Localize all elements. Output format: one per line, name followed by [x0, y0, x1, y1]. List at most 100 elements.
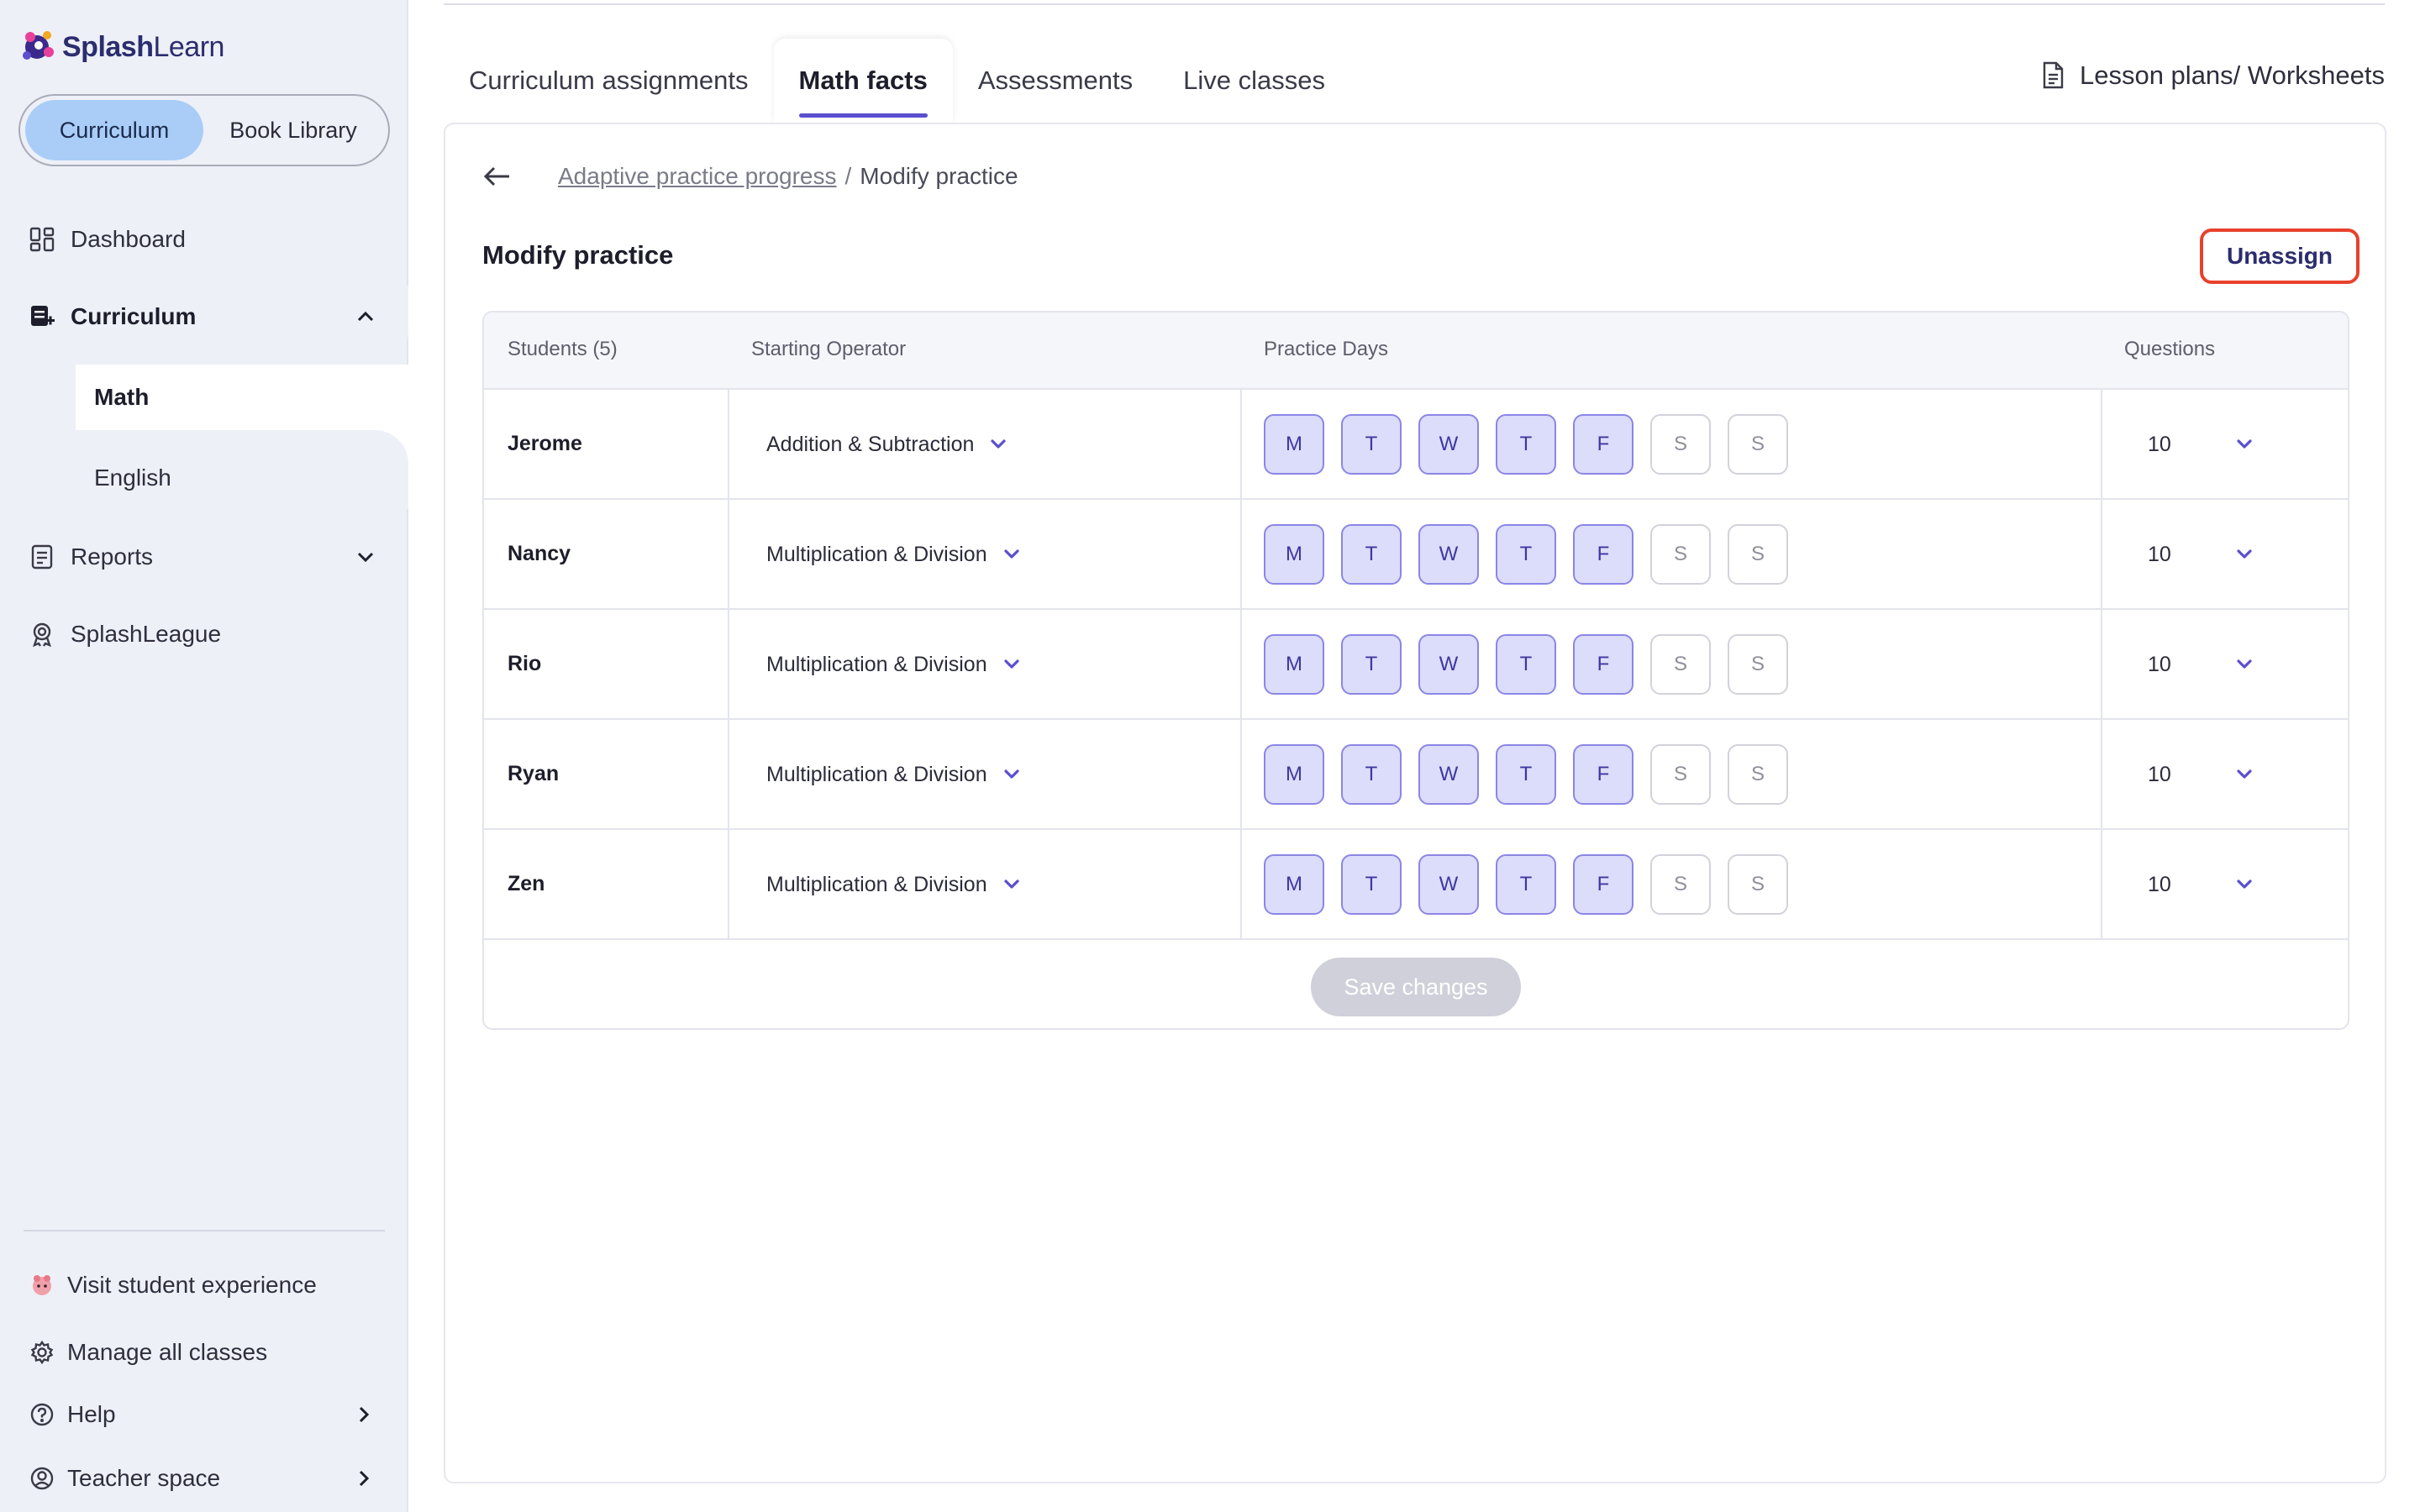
header-questions: Questions — [2124, 338, 2216, 360]
day-toggle[interactable]: T — [1341, 634, 1402, 695]
day-toggle[interactable]: W — [1418, 744, 1479, 805]
day-toggle[interactable]: T — [1496, 854, 1556, 915]
document-icon — [2043, 61, 2064, 89]
day-toggle[interactable]: M — [1264, 414, 1324, 475]
unassign-label: Unassign — [2205, 233, 2354, 280]
help-link[interactable]: Help — [0, 1388, 408, 1441]
column-divider — [1240, 390, 1242, 939]
active-tab-indicator — [798, 113, 928, 118]
day-toggle[interactable]: T — [1341, 854, 1402, 915]
day-toggle[interactable]: M — [1264, 744, 1324, 805]
starting-operator-select[interactable]: Multiplication & Division — [766, 535, 1024, 574]
starting-operator-value: Addition & Subtraction — [766, 432, 975, 456]
day-toggle[interactable]: T — [1496, 744, 1556, 805]
lesson-link-label: Lesson plans/ Worksheets — [2079, 60, 2385, 90]
day-toggle[interactable]: T — [1341, 414, 1402, 475]
day-toggle[interactable]: M — [1264, 854, 1324, 915]
save-changes-button[interactable]: Save changes — [1311, 958, 1521, 1016]
tab-assessments[interactable]: Assessments — [953, 39, 1158, 123]
day-toggle[interactable]: T — [1341, 744, 1402, 805]
sidebar-item-dashboard[interactable]: Dashboard — [0, 208, 408, 270]
back-arrow-icon[interactable] — [481, 160, 514, 193]
day-toggle[interactable]: T — [1496, 414, 1556, 475]
day-toggle[interactable]: T — [1496, 634, 1556, 695]
chevron-down-icon — [986, 432, 1011, 457]
day-toggle[interactable]: W — [1418, 854, 1479, 915]
day-toggle[interactable]: S — [1650, 524, 1711, 585]
table-row: Jerome Addition & Subtraction M T W T F S S 10 — [484, 390, 2348, 500]
day-toggle[interactable]: S — [1728, 744, 1788, 805]
day-toggle[interactable]: S — [1728, 854, 1788, 915]
day-toggle[interactable]: S — [1728, 414, 1788, 475]
starting-operator-select[interactable]: Multiplication & Division — [766, 755, 1024, 794]
student-name: Jerome — [508, 432, 582, 455]
practice-days-group: MTWTFSS — [1264, 634, 1805, 695]
practice-days-group: MTWTFSS — [1264, 414, 1805, 475]
sidebar-item-splashleague[interactable]: SplashLeague — [0, 603, 408, 665]
library-toggle: Curriculum Book Library — [18, 94, 390, 166]
header-practice-days: Practice Days — [1264, 338, 1389, 360]
questions-select[interactable]: 10 — [2148, 865, 2257, 904]
day-toggle[interactable]: F — [1573, 634, 1634, 695]
day-toggle[interactable]: S — [1650, 854, 1711, 915]
day-toggle[interactable]: S — [1650, 634, 1711, 695]
unassign-button[interactable]: Unassign — [2200, 228, 2360, 284]
visit-student-experience-link[interactable]: Visit student experience — [0, 1258, 408, 1312]
day-toggle[interactable]: T — [1341, 524, 1402, 585]
curriculum-icon — [27, 302, 57, 332]
day-toggle[interactable]: T — [1496, 524, 1556, 585]
day-toggle[interactable]: W — [1418, 524, 1479, 585]
tab-curriculum-assignments[interactable]: Curriculum assignments — [444, 39, 774, 123]
chevron-down-icon — [999, 872, 1024, 897]
day-toggle[interactable]: F — [1573, 524, 1634, 585]
questions-select[interactable]: 10 — [2148, 645, 2257, 684]
splashlearn-logo[interactable]: SplashLearn — [18, 25, 224, 69]
sidebar-item-english[interactable]: English — [76, 445, 408, 511]
teacher-space-link[interactable]: Teacher space — [0, 1452, 408, 1505]
modify-practice-card: Adaptive practice progress / Modify prac… — [444, 123, 2386, 1483]
sidebar-item-reports[interactable]: Reports — [0, 526, 408, 588]
starting-operator-select[interactable]: Multiplication & Division — [766, 645, 1024, 684]
day-toggle[interactable]: W — [1418, 634, 1479, 695]
day-toggle[interactable]: M — [1264, 524, 1324, 585]
breadcrumb-link-adaptive-practice[interactable]: Adaptive practice progress — [558, 163, 837, 190]
questions-select[interactable]: 10 — [2148, 535, 2257, 574]
main-tabs: Curriculum assignments Math facts Assess… — [444, 39, 1350, 123]
sidebar-divider — [24, 1230, 385, 1231]
starting-operator-select[interactable]: Multiplication & Division — [766, 865, 1024, 904]
day-toggle[interactable]: F — [1573, 744, 1634, 805]
day-toggle[interactable]: S — [1728, 524, 1788, 585]
tab-math-facts[interactable]: Math facts — [773, 39, 953, 123]
day-toggle[interactable]: S — [1728, 634, 1788, 695]
student-avatar-icon — [29, 1272, 55, 1299]
manage-all-classes-link[interactable]: Manage all classes — [0, 1326, 408, 1379]
chevron-down-icon — [2232, 542, 2257, 567]
sidebar-item-math[interactable]: Math — [76, 365, 408, 430]
help-circle-icon — [29, 1401, 55, 1428]
questions-value: 10 — [2148, 872, 2171, 896]
questions-select[interactable]: 10 — [2148, 425, 2257, 464]
questions-select[interactable]: 10 — [2148, 755, 2257, 794]
chevron-down-icon — [2232, 652, 2257, 677]
day-toggle[interactable]: S — [1650, 414, 1711, 475]
sidebar-item-label: Dashboard — [71, 226, 186, 252]
sidebar: SplashLearn Curriculum Book Library Dash… — [0, 0, 408, 1512]
practice-days-group: MTWTFSS — [1264, 744, 1805, 805]
tab-live-classes[interactable]: Live classes — [1158, 39, 1350, 123]
breadcrumb-separator: / — [844, 163, 852, 189]
chevron-down-icon — [2232, 432, 2257, 457]
table-row: Zen Multiplication & Division M T W T F S S 10 — [484, 830, 2348, 940]
questions-value: 10 — [2148, 542, 2171, 566]
chevron-down-icon — [999, 542, 1024, 567]
chevron-up-icon — [357, 311, 374, 322]
sidebar-item-curriculum[interactable]: Curriculum — [0, 286, 408, 348]
day-toggle[interactable]: S — [1650, 744, 1711, 805]
day-toggle[interactable]: W — [1418, 414, 1479, 475]
toggle-curriculum[interactable]: Curriculum — [25, 100, 204, 160]
day-toggle[interactable]: F — [1573, 414, 1634, 475]
toggle-book-library[interactable]: Book Library — [203, 100, 383, 160]
lesson-plans-worksheets-link[interactable]: Lesson plans/ Worksheets — [2039, 60, 2385, 91]
starting-operator-select[interactable]: Addition & Subtraction — [766, 425, 1011, 464]
day-toggle[interactable]: M — [1264, 634, 1324, 695]
day-toggle[interactable]: F — [1573, 854, 1634, 915]
